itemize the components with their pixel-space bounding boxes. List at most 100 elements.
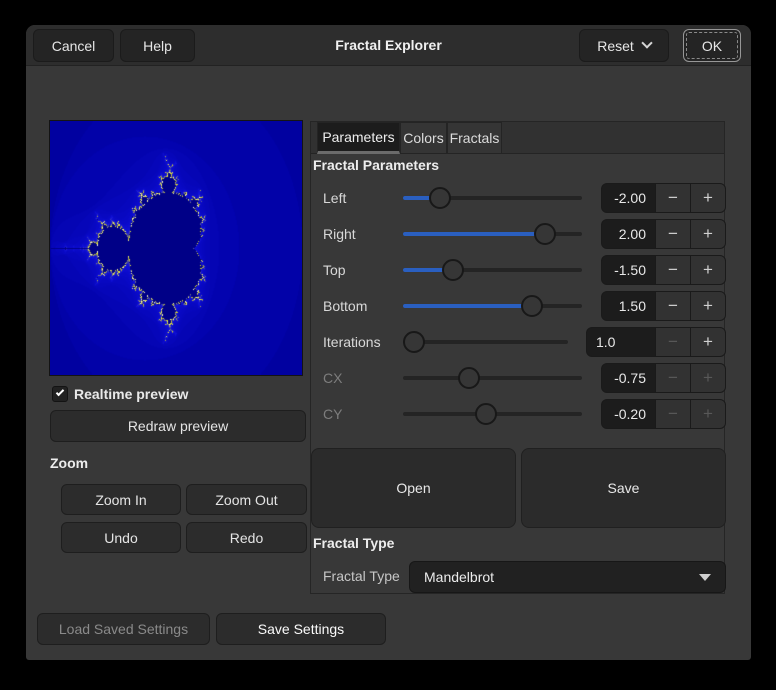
decrement-button[interactable]: − — [655, 400, 690, 428]
minus-icon: − — [668, 296, 678, 316]
chevron-down-icon — [641, 37, 652, 48]
spinbutton: -0.20− + — [601, 399, 726, 429]
tab-fractals[interactable]: Fractals — [447, 122, 502, 154]
fractal-type-dropdown[interactable]: Mandelbrot — [409, 561, 726, 593]
spinbutton: 2.00− + — [601, 219, 726, 249]
slider-handle[interactable] — [521, 295, 543, 317]
increment-button[interactable]: + — [690, 220, 725, 248]
param-row-cx: CX -0.75− + — [311, 363, 726, 393]
spinbutton: 1.50− + — [601, 291, 726, 321]
param-row-right: Right 2.00− + — [311, 219, 726, 249]
fractal-type-header: Fractal Type — [313, 535, 394, 551]
fractal-explorer-dialog: Fractal Explorer Cancel Help Reset OK Re… — [26, 25, 751, 660]
slider-label: Right — [323, 226, 356, 242]
slider-fill — [403, 232, 552, 236]
slider-handle[interactable] — [442, 259, 464, 281]
decrement-button[interactable]: − — [655, 364, 690, 392]
reset-button[interactable]: Reset — [579, 29, 669, 62]
ok-button[interactable]: OK — [683, 29, 741, 62]
minus-icon: − — [668, 368, 678, 388]
slider-label: Bottom — [323, 298, 367, 314]
minus-icon: − — [668, 404, 678, 424]
slider-handle[interactable] — [403, 331, 425, 353]
increment-button[interactable]: + — [690, 184, 725, 212]
plus-icon: + — [703, 260, 713, 280]
undo-button[interactable]: Undo — [61, 522, 181, 553]
slider-label: CY — [323, 406, 342, 422]
slider-fill — [403, 304, 537, 308]
slider-track[interactable] — [403, 376, 582, 380]
realtime-preview-label: Realtime preview — [74, 386, 188, 402]
value-entry[interactable]: -0.75 — [602, 364, 655, 392]
zoom-section-header: Zoom — [50, 455, 88, 471]
notebook: Parameters Colors Fractals Fractal Param… — [310, 121, 725, 594]
increment-button[interactable]: + — [690, 292, 725, 320]
dropdown-arrow-icon — [699, 574, 711, 581]
param-row-iterations: Iterations1.0−+ — [311, 327, 726, 357]
tab-colors[interactable]: Colors — [400, 122, 447, 154]
slider-label: Left — [323, 190, 346, 206]
save-button[interactable]: Save — [521, 448, 726, 528]
decrement-button[interactable]: − — [655, 292, 690, 320]
slider-label: Top — [323, 262, 346, 278]
param-row-cy: CY -0.20− + — [311, 399, 726, 429]
slider-label: CX — [323, 370, 342, 386]
minus-icon: − — [668, 188, 678, 208]
value-entry[interactable]: -2.00 — [602, 184, 655, 212]
increment-button[interactable]: + — [690, 256, 725, 284]
save-settings-button[interactable]: Save Settings — [216, 613, 386, 645]
slider-handle[interactable] — [534, 223, 556, 245]
fractal-type-label: Fractal Type — [323, 568, 400, 584]
slider-track[interactable] — [403, 412, 582, 416]
slider-track[interactable] — [403, 304, 582, 308]
value-entry[interactable]: 1.50 — [602, 292, 655, 320]
plus-icon: + — [703, 404, 713, 424]
fractal-type-value: Mandelbrot — [424, 569, 494, 585]
open-button[interactable]: Open — [311, 448, 516, 528]
minus-icon: − — [668, 332, 678, 352]
value-entry[interactable]: 1.0 — [587, 328, 655, 356]
redo-button[interactable]: Redo — [186, 522, 307, 553]
slider-handle[interactable] — [475, 403, 497, 425]
increment-button[interactable]: + — [690, 400, 725, 428]
spinbutton: 1.0− + — [586, 327, 726, 357]
param-row-top: Top -1.50− + — [311, 255, 726, 285]
plus-icon: + — [703, 224, 713, 244]
plus-icon: + — [703, 296, 713, 316]
slider-handle[interactable] — [458, 367, 480, 389]
increment-button[interactable]: + — [690, 328, 725, 356]
fractal-preview[interactable] — [50, 121, 302, 375]
decrement-button[interactable]: − — [655, 220, 690, 248]
slider-track[interactable] — [403, 196, 582, 200]
load-saved-settings-button[interactable]: Load Saved Settings — [37, 613, 210, 645]
tab-parameters[interactable]: Parameters — [317, 122, 400, 154]
param-row-left: Left -2.00− + — [311, 183, 726, 213]
increment-button[interactable]: + — [690, 364, 725, 392]
decrement-button[interactable]: − — [655, 328, 690, 356]
value-entry[interactable]: -0.20 — [602, 400, 655, 428]
plus-icon: + — [703, 368, 713, 388]
param-row-bottom: Bottom 1.50− + — [311, 291, 726, 321]
zoom-in-button[interactable]: Zoom In — [61, 484, 181, 515]
realtime-preview-checkbox[interactable] — [52, 386, 68, 402]
zoom-out-button[interactable]: Zoom Out — [186, 484, 307, 515]
value-entry[interactable]: 2.00 — [602, 220, 655, 248]
slider-track[interactable] — [403, 232, 582, 236]
decrement-button[interactable]: − — [655, 184, 690, 212]
spinbutton: -2.00− + — [601, 183, 726, 213]
redraw-preview-button[interactable]: Redraw preview — [50, 410, 306, 442]
slider-handle[interactable] — [429, 187, 451, 209]
help-button[interactable]: Help — [120, 29, 195, 62]
plus-icon: + — [703, 332, 713, 352]
slider-track[interactable] — [403, 340, 568, 344]
minus-icon: − — [668, 224, 678, 244]
minus-icon: − — [668, 260, 678, 280]
fractal-parameters-header: Fractal Parameters — [313, 157, 439, 173]
value-entry[interactable]: -1.50 — [602, 256, 655, 284]
decrement-button[interactable]: − — [655, 256, 690, 284]
titlebar: Fractal Explorer Cancel Help Reset OK — [26, 25, 751, 66]
checkmark-icon — [56, 388, 64, 396]
cancel-button[interactable]: Cancel — [33, 29, 114, 62]
plus-icon: + — [703, 188, 713, 208]
slider-track[interactable] — [403, 268, 582, 272]
